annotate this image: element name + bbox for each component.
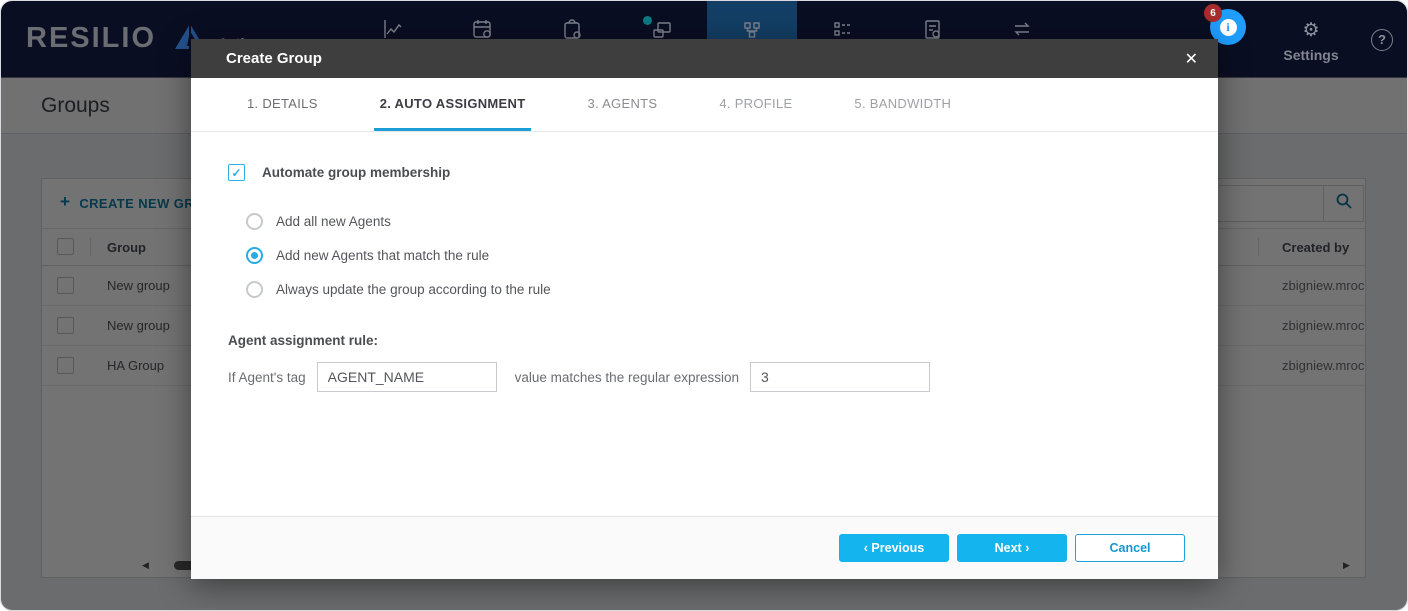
close-icon[interactable]: ✕ [1185, 49, 1198, 69]
resilio-logo: RESILIO [26, 22, 156, 55]
gear-icon: ⚙ [1271, 21, 1351, 41]
tab-profile[interactable]: 4. PROFILE [713, 78, 798, 131]
automate-membership-label: Automate group membership [262, 165, 450, 180]
info-icon: i [1220, 19, 1237, 36]
rule-middle-label: value matches the regular expression [515, 370, 739, 385]
tag-name-input[interactable] [317, 362, 497, 392]
next-button[interactable]: Next › [957, 534, 1067, 562]
tab-auto-assignment[interactable]: 2. AUTO ASSIGNMENT [374, 78, 532, 131]
radio-always-update-group[interactable]: Always update the group according to the… [246, 272, 1218, 306]
notification-badge: 6 [1204, 4, 1222, 22]
modal-body: ✓ Automate group membership Add all new … [191, 132, 1218, 392]
rule-heading: Agent assignment rule: [228, 333, 1218, 348]
radio-icon[interactable] [246, 281, 263, 298]
agents-status-dot [643, 16, 652, 25]
radio-add-matching-agents[interactable]: Add new Agents that match the rule [246, 238, 1218, 272]
checkbox-checked-icon[interactable]: ✓ [228, 164, 245, 181]
wizard-tabs: 1. DETAILS 2. AUTO ASSIGNMENT 3. AGENTS … [191, 78, 1218, 132]
radio-label: Add all new Agents [276, 214, 391, 229]
radio-selected-icon[interactable] [246, 247, 263, 264]
settings-label: Settings [1271, 47, 1351, 63]
previous-button[interactable]: ‹ Previous [839, 534, 949, 562]
tab-bandwidth[interactable]: 5. BANDWIDTH [848, 78, 957, 131]
modal-header: Create Group ✕ [191, 39, 1218, 78]
tab-agents[interactable]: 3. AGENTS [581, 78, 663, 131]
radio-icon[interactable] [246, 213, 263, 230]
radio-label: Add new Agents that match the rule [276, 248, 489, 263]
radio-label: Always update the group according to the… [276, 282, 551, 297]
radio-add-all-new-agents[interactable]: Add all new Agents [246, 204, 1218, 238]
tab-details[interactable]: 1. DETAILS [241, 78, 324, 131]
app-window: RESILIO Active [0, 0, 1408, 611]
assignment-mode-radios: Add all new Agents Add new Agents that m… [246, 204, 1218, 306]
modal-footer: ‹ Previous Next › Cancel [191, 516, 1218, 579]
settings-menu[interactable]: ⚙ Settings [1271, 21, 1351, 63]
create-group-modal: Create Group ✕ 1. DETAILS 2. AUTO ASSIGN… [191, 39, 1218, 579]
modal-title: Create Group [226, 50, 322, 67]
rule-prefix-label: If Agent's tag [228, 370, 306, 385]
automate-membership-option[interactable]: ✓ Automate group membership [228, 164, 1218, 181]
help-button[interactable]: ? [1371, 29, 1393, 51]
rule-row: If Agent's tag value matches the regular… [228, 362, 1218, 392]
regex-input[interactable] [750, 362, 930, 392]
cancel-button[interactable]: Cancel [1075, 534, 1185, 562]
